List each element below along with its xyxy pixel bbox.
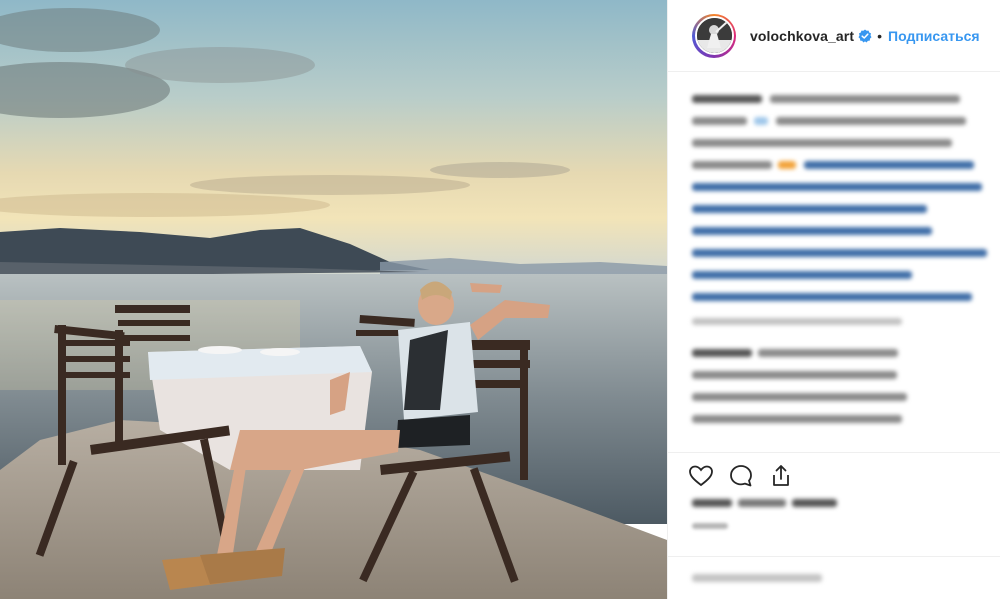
post-side-panel: volochkova_art • Подписаться — [667, 0, 1000, 599]
heart-icon[interactable] — [688, 463, 714, 489]
comments-area — [668, 90, 1000, 445]
separator-dot: • — [877, 27, 883, 44]
post-photo[interactable] — [0, 0, 667, 599]
verified-badge-icon — [858, 29, 872, 43]
add-comment-field[interactable] — [668, 556, 1000, 599]
post-timestamp — [692, 521, 752, 534]
blurred-caption — [692, 95, 987, 423]
post-header: volochkova_art • Подписаться — [668, 0, 1000, 72]
likes-count[interactable] — [692, 496, 842, 513]
sunset-photo — [0, 0, 667, 599]
avatar[interactable] — [692, 13, 736, 58]
avatar-image — [694, 16, 734, 55]
username[interactable]: volochkova_art — [750, 28, 854, 44]
action-bar — [668, 452, 1000, 492]
share-icon[interactable] — [768, 463, 794, 489]
follow-button[interactable]: Подписаться — [888, 28, 980, 44]
avatar-portrait — [696, 18, 732, 53]
comment-icon[interactable] — [728, 463, 754, 489]
